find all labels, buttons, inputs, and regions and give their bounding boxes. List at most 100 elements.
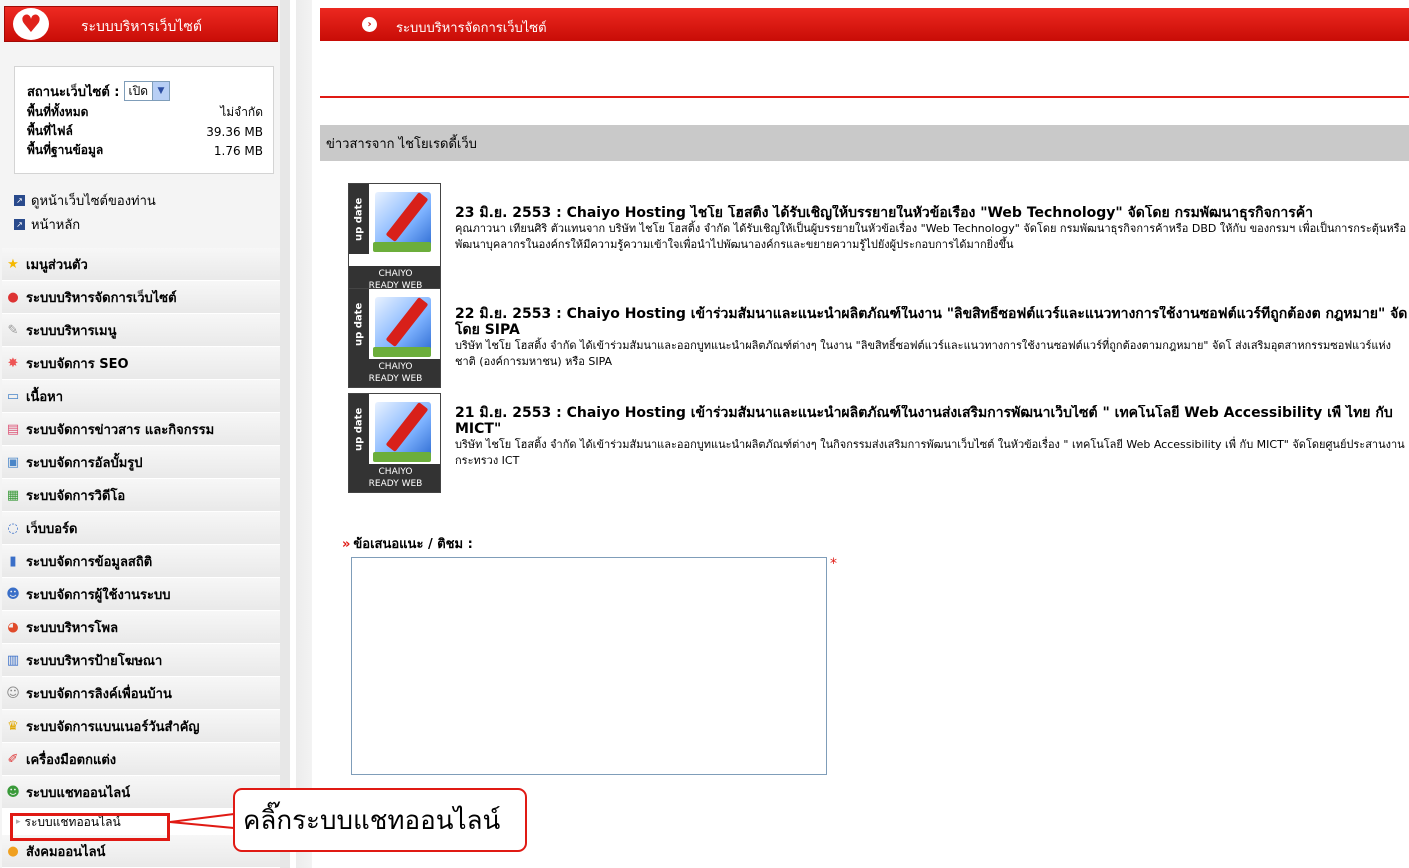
video-icon: ▦ bbox=[6, 487, 20, 503]
menu-item-label: ระบบบริหารจัดการเว็บไซต์ bbox=[26, 290, 177, 306]
book-icon bbox=[373, 347, 431, 357]
menu-item-neighbor-links[interactable]: ☺ ระบบจัดการลิงค์เพื่อนบ้าน bbox=[2, 677, 280, 710]
bar-chart-icon: ▮ bbox=[9, 553, 17, 569]
news-text: 22 มิ.ย. 2553 : Chaiyo Hosting เข้าร่วมส… bbox=[455, 306, 1409, 370]
menu-item-album[interactable]: ▣ ระบบจัดการอัลบั้มรูป bbox=[2, 446, 280, 479]
arrow-box-icon: ↗ bbox=[14, 195, 25, 206]
menu-item-content[interactable]: ▭ เนื้อหา bbox=[2, 380, 280, 413]
chat-bubble-icon: ◌ bbox=[7, 520, 19, 536]
status-row-value: 1.76 MB bbox=[213, 143, 263, 158]
required-mark: * bbox=[830, 556, 837, 572]
thumb-footer: CHAIYO READY WEB bbox=[349, 464, 440, 492]
feedback-label-text: ข้อเสนอแนะ / ติชม : bbox=[353, 537, 473, 552]
thumb-tab: up date bbox=[349, 289, 369, 359]
menu-item-label: เมนูส่วนตัว bbox=[26, 257, 88, 273]
menu-item-users[interactable]: ☻ ระบบจัดการผู้ใช้งานระบบ bbox=[2, 578, 280, 611]
feedback-label: » ข้อเสนอแนะ / ติชม : bbox=[342, 533, 473, 554]
thumb-tab: up date bbox=[349, 184, 369, 254]
menu-item-stats[interactable]: ▮ ระบบจัดการข้อมูลสถิติ bbox=[2, 545, 280, 578]
status-row-label: พื้นที่ไฟล์ bbox=[27, 124, 73, 138]
status-row-label: พื้นที่ฐานข้อมูล bbox=[27, 143, 104, 157]
menu-item-video[interactable]: ▦ ระบบจัดการวิดีโอ bbox=[2, 479, 280, 512]
site-status-panel: สถานะเว็บไซต์ : เปิด ▼ พื้นที่ทั้งหมด ไม… bbox=[14, 66, 274, 174]
thumb-tab: up date bbox=[349, 394, 369, 464]
thumb-footer-line1: CHAIYO bbox=[378, 269, 413, 279]
link-user-icon: ☺ bbox=[6, 685, 20, 701]
heart-logo-icon: ♥ bbox=[13, 8, 49, 40]
menu-item-webboard[interactable]: ◌ เว็บบอร์ด bbox=[2, 512, 280, 545]
news-title[interactable]: 22 มิ.ย. 2553 : Chaiyo Hosting เข้าร่วมส… bbox=[455, 306, 1409, 338]
news-thumbnail[interactable]: up date CHAIYO READY WEB bbox=[348, 393, 441, 493]
menu-item-label: ระบบแชทออนไลน์ bbox=[26, 785, 131, 801]
thumb-footer-line1: CHAIYO bbox=[378, 362, 413, 372]
double-chevron-icon: » bbox=[342, 537, 351, 552]
menu-icon: ✎ bbox=[7, 322, 19, 338]
thumb-footer: CHAIYO READY WEB bbox=[349, 359, 440, 387]
book-icon bbox=[373, 242, 431, 252]
status-row: พื้นที่ทั้งหมด ไม่จำกัด bbox=[27, 103, 263, 122]
main-header: › ระบบบริหารจัดการเว็บไซต์ bbox=[320, 8, 1409, 41]
menu-item-label: เครื่องมือตกแต่ง bbox=[26, 752, 117, 768]
menu-item-label: ระบบจัดการลิงค์เพื่อนบ้าน bbox=[26, 686, 172, 702]
menu-item-site-admin[interactable]: ● ระบบบริหารจัดการเว็บไซต์ bbox=[2, 281, 280, 314]
menu-item-banner-ads[interactable]: ▥ ระบบบริหารป้ายโฆษณา bbox=[2, 644, 280, 677]
news-desc: บริษัท ไชโย โฮสติ้ง จำกัด ได้เข้าร่วมสัม… bbox=[455, 339, 1392, 368]
seo-icon: ✸ bbox=[7, 355, 19, 371]
menu-item-holiday-banner[interactable]: ♛ ระบบจัดการแบนเนอร์วันสำคัญ bbox=[2, 710, 280, 743]
menu-item-label: ระบบบริหารป้ายโฆษณา bbox=[26, 653, 163, 669]
user-icon: ☻ bbox=[6, 586, 20, 602]
status-row: พื้นที่ไฟล์ 39.36 MB bbox=[27, 122, 263, 141]
thumb-footer-line2: READY WEB bbox=[368, 479, 423, 489]
chevron-down-icon[interactable]: ▼ bbox=[152, 82, 170, 100]
news-title[interactable]: 23 มิ.ย. 2553 : Chaiyo Hosting ไชโย โฮสต… bbox=[455, 205, 1409, 221]
view-site-label: ดูหน้าเว็บไซต์ของท่าน bbox=[31, 194, 156, 209]
main-title: ระบบบริหารจัดการเว็บไซต์ bbox=[396, 21, 547, 36]
menu-item-decor-tools[interactable]: ✐ เครื่องมือตกแต่ง bbox=[2, 743, 280, 776]
site-status-value: เปิด bbox=[128, 83, 149, 98]
thumb-footer-line2: READY WEB bbox=[368, 374, 423, 384]
main-content: › ระบบบริหารจัดการเว็บไซต์ ข่าวสารจาก ไช… bbox=[320, 0, 1409, 868]
news-thumbnail[interactable]: up date CHAIYO READY WEB bbox=[348, 183, 441, 295]
site-status-select[interactable]: เปิด ▼ bbox=[123, 81, 171, 101]
view-site-link[interactable]: ↗ ดูหน้าเว็บไซต์ของท่าน bbox=[14, 190, 156, 211]
feedback-textarea[interactable] bbox=[351, 557, 827, 775]
frame-splitter[interactable] bbox=[280, 0, 312, 868]
news-desc: คุณภาวนา เทียนศิริ ตัวแทนจาก บริษัท ไชโย… bbox=[455, 222, 1407, 251]
star-icon: ★ bbox=[7, 256, 19, 272]
menu-item-label: ระบบจัดการอัลบั้มรูป bbox=[26, 455, 143, 471]
menu-item-label: ระบบจัดการข่าวสาร และกิจกรรม bbox=[26, 422, 215, 438]
thumb-footer-line1: CHAIYO bbox=[378, 467, 413, 477]
album-icon: ▣ bbox=[6, 454, 20, 470]
banner-icon: ▥ bbox=[6, 652, 20, 668]
menu-item-menu-admin[interactable]: ✎ ระบบบริหารเมนู bbox=[2, 314, 280, 347]
home-link[interactable]: ↗ หน้าหลัก bbox=[14, 214, 80, 235]
news-text: 23 มิ.ย. 2553 : Chaiyo Hosting ไชโย โฮสต… bbox=[455, 205, 1409, 253]
menu-item-label: สังคมออนไลน์ bbox=[26, 844, 106, 860]
menu-item-seo[interactable]: ✸ ระบบจัดการ SEO bbox=[2, 347, 280, 380]
menu-item-label: ระบบจัดการแบนเนอร์วันสำคัญ bbox=[26, 719, 200, 735]
news-thumbnail[interactable]: up date CHAIYO READY WEB bbox=[348, 288, 441, 388]
menu-item-poll[interactable]: ◕ ระบบบริหารโพล bbox=[2, 611, 280, 644]
chat-users-icon: ☻ bbox=[6, 784, 20, 800]
document-icon: ▭ bbox=[6, 388, 20, 404]
news-desc: บริษัท ไชโย โฮสติ้ง จำกัด ได้เข้าร่วมสัม… bbox=[455, 438, 1405, 467]
sidebar-menu: ★ เมนูส่วนตัว ● ระบบบริหารจัดการเว็บไซต์ ✎… bbox=[2, 248, 280, 868]
crown-icon: ♛ bbox=[7, 718, 19, 734]
divider bbox=[320, 96, 1409, 98]
menu-item-label: ระบบจัดการผู้ใช้งานระบบ bbox=[26, 587, 171, 603]
status-row-value: ไม่จำกัด bbox=[220, 105, 263, 119]
menu-item-label: เนื้อหา bbox=[26, 389, 64, 405]
menu-item-news[interactable]: ▤ ระบบจัดการข่าวสาร และกิจกรรม bbox=[2, 413, 280, 446]
arrow-box-icon: ↗ bbox=[14, 219, 25, 230]
news-title[interactable]: 21 มิ.ย. 2553 : Chaiyo Hosting เข้าร่วมส… bbox=[455, 405, 1409, 437]
sidebar-header: ♥ ระบบบริหารเว็บไซต์ bbox=[4, 6, 278, 42]
status-row-value: 39.36 MB bbox=[206, 124, 263, 139]
arrow-circle-icon: › bbox=[362, 17, 377, 32]
menu-item-personal[interactable]: ★ เมนูส่วนตัว bbox=[2, 248, 280, 281]
status-row: พื้นที่ฐานข้อมูล 1.76 MB bbox=[27, 141, 263, 160]
news-text: 21 มิ.ย. 2553 : Chaiyo Hosting เข้าร่วมส… bbox=[455, 405, 1409, 469]
callout-text: คลิ๊กระบบแชทออนไลน์ bbox=[243, 804, 501, 835]
pie-chart-icon: ◕ bbox=[7, 619, 19, 635]
site-status-label: สถานะเว็บไซต์ : bbox=[27, 84, 120, 100]
home-label: หน้าหลัก bbox=[31, 218, 81, 233]
